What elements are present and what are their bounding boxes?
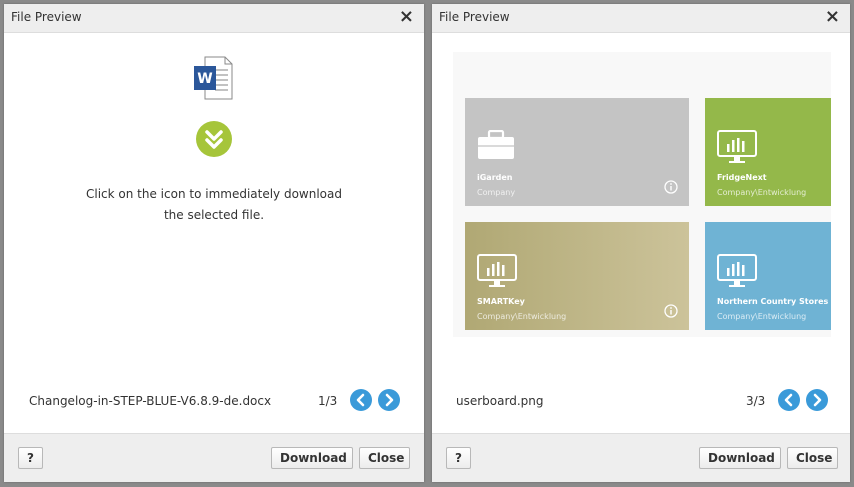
help-button[interactable]: ? — [446, 447, 471, 469]
tile-name: Northern Country Stores — [717, 297, 829, 306]
download-instructions: Click on the icon to immediately downloa… — [64, 184, 364, 226]
tile-subtitle: Company — [477, 188, 516, 197]
download-icon[interactable] — [196, 121, 232, 157]
instructions-line-2: the selected file. — [163, 208, 265, 222]
userboard-tile: iGarden Company — [465, 98, 689, 206]
dialog-footer: ? Download Close — [432, 433, 850, 482]
info-icon — [664, 180, 678, 194]
userboard-tile: SMARTKey Company\Entwicklung — [465, 222, 689, 330]
chevron-left-icon — [356, 393, 365, 407]
close-icon[interactable]: × — [825, 7, 840, 27]
dialog-titlebar: File Preview × — [432, 4, 850, 33]
close-button[interactable]: Close — [359, 447, 410, 469]
instructions-line-1: Click on the icon to immediately downloa… — [86, 187, 342, 201]
tile-name: SMARTKey — [477, 297, 525, 306]
chevron-right-icon — [385, 393, 394, 407]
dialog-titlebar: File Preview × — [4, 4, 424, 33]
word-document-icon: W — [193, 56, 233, 100]
info-icon — [664, 304, 678, 318]
tile-subtitle: Company\Entwicklung — [717, 188, 807, 197]
monitor-chart-icon — [717, 130, 757, 163]
file-name: Changelog-in-STEP-BLUE-V6.8.9-de.docx — [29, 394, 272, 408]
word-icon-letter: W — [197, 71, 213, 87]
file-preview-dialog-png: File Preview × iGarden Company FridgeNex… — [432, 4, 850, 482]
page-counter: 1/3 — [318, 394, 338, 408]
tile-name: iGarden — [477, 173, 513, 182]
chevron-right-icon — [813, 393, 822, 407]
tile-name: FridgeNext — [717, 173, 767, 182]
next-file-button[interactable] — [378, 389, 400, 411]
page-counter: 3/3 — [746, 394, 766, 408]
file-preview-dialog-docx: File Preview × W Click on the icon to im… — [4, 4, 424, 482]
dialog-footer: ? Download Close — [4, 433, 424, 482]
dialog-title: File Preview — [439, 10, 510, 24]
help-button[interactable]: ? — [18, 447, 43, 469]
previous-file-button[interactable] — [778, 389, 800, 411]
file-navigation-row: Changelog-in-STEP-BLUE-V6.8.9-de.docx 1/… — [4, 389, 424, 413]
briefcase-icon — [478, 130, 514, 159]
monitor-chart-icon — [717, 254, 757, 287]
monitor-chart-icon — [477, 254, 517, 287]
download-button[interactable]: Download — [271, 447, 353, 469]
download-button[interactable]: Download — [699, 447, 781, 469]
previous-file-button[interactable] — [350, 389, 372, 411]
tile-subtitle: Company\Entwicklung — [477, 312, 567, 321]
close-icon[interactable]: × — [399, 7, 414, 27]
image-preview: iGarden Company FridgeNext Company\Entwi… — [453, 52, 831, 337]
userboard-tile: FridgeNext Company\Entwicklung — [705, 98, 831, 206]
userboard-tile: Northern Country Stores Company\Entwickl… — [705, 222, 831, 330]
file-navigation-row: userboard.png 3/3 — [432, 389, 850, 413]
chevron-left-icon — [784, 393, 793, 407]
file-name: userboard.png — [456, 394, 544, 408]
close-button[interactable]: Close — [787, 447, 838, 469]
dialog-title: File Preview — [11, 10, 82, 24]
tile-subtitle: Company\Entwicklung — [717, 312, 807, 321]
next-file-button[interactable] — [806, 389, 828, 411]
